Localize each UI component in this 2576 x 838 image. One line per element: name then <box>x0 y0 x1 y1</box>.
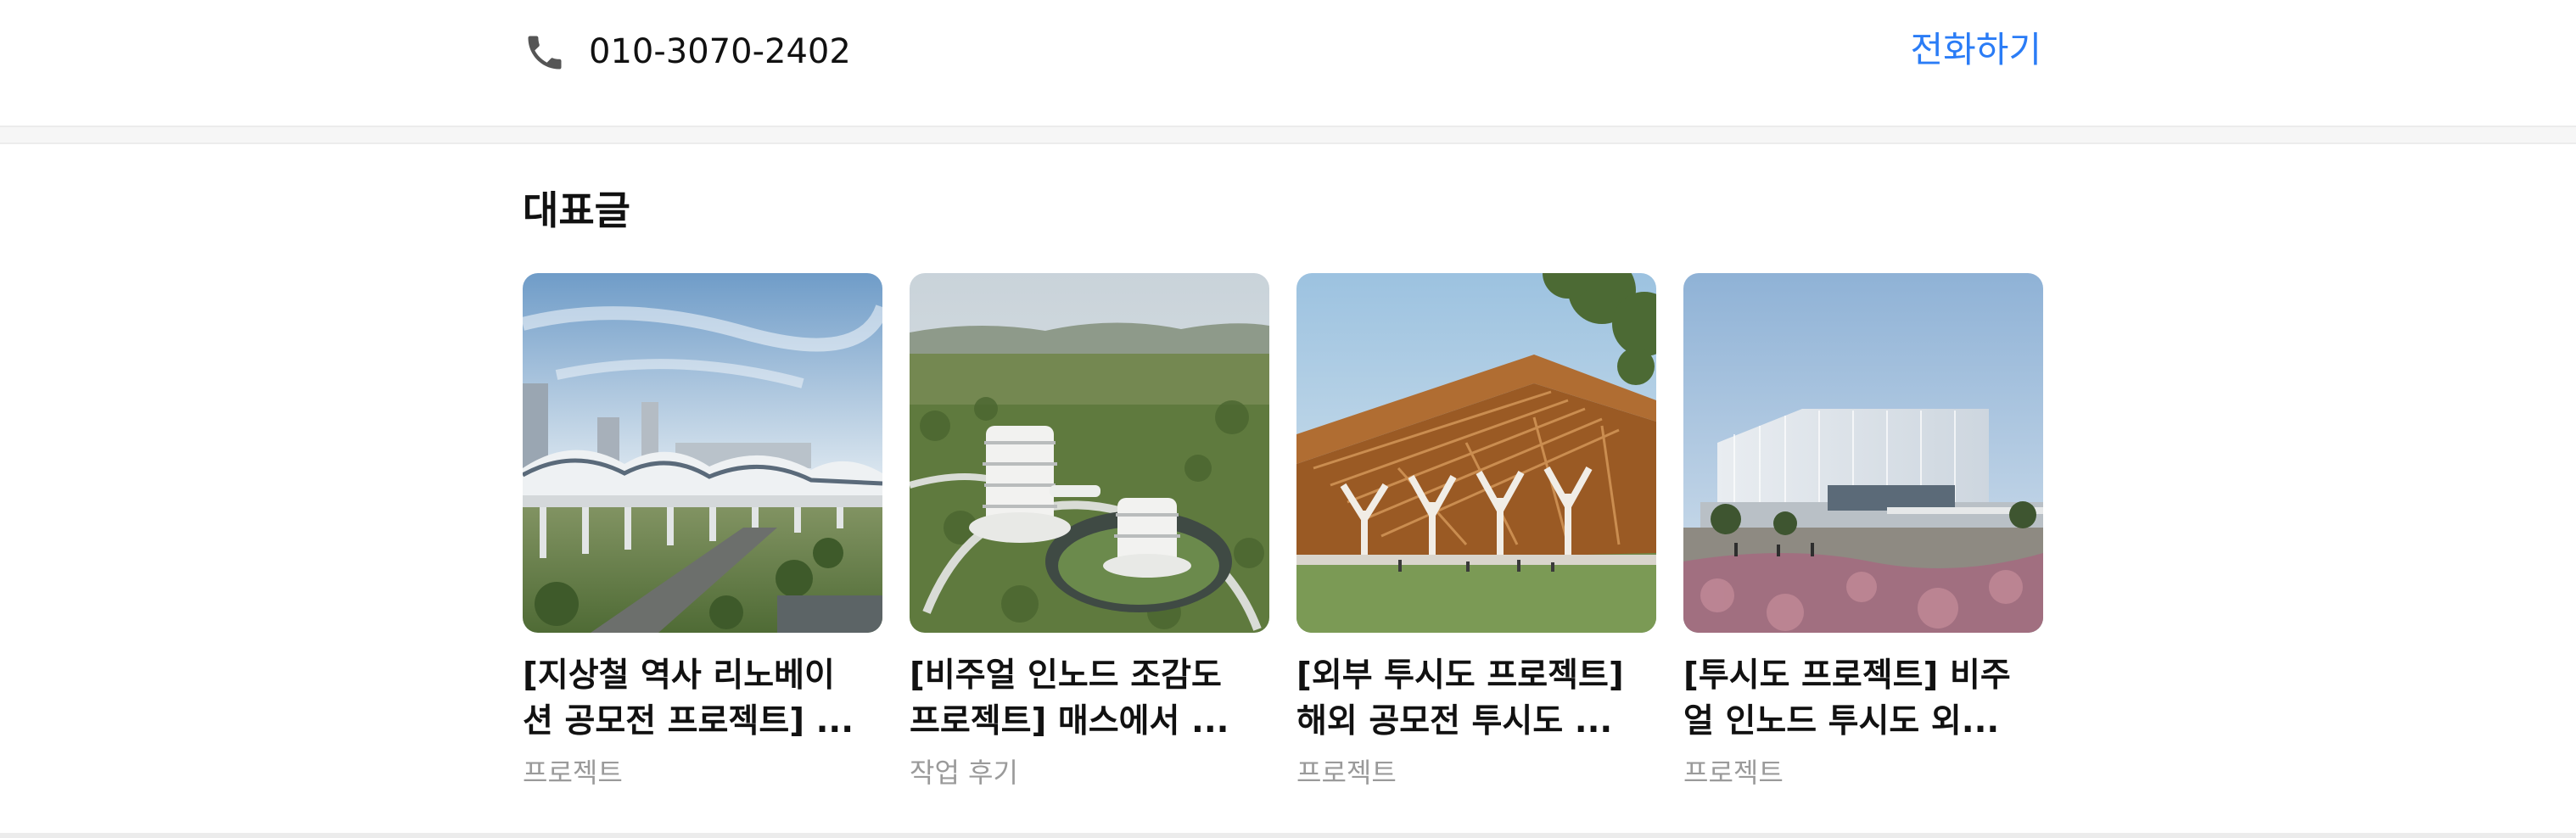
post-title-line: [투시도 프로젝트] 비주 <box>1683 656 2011 695</box>
post-title: [비주얼 인노드 조감도 프로젝트] 매스에서 ... <box>910 653 1269 745</box>
featured-post-card[interactable]: [지상철 역사 리노베이 션 공모전 프로젝트] ... 프로젝트 <box>523 273 882 799</box>
post-thumbnail <box>523 273 882 633</box>
post-thumbnail <box>910 273 1269 633</box>
post-category: 프로젝트 <box>1683 757 1784 789</box>
featured-post-card[interactable]: [외부 투시도 프로젝트] 해외 공모전 투시도 ... 프로젝트 <box>1296 273 1656 799</box>
phone-icon <box>528 36 562 70</box>
post-title: [지상철 역사 리노베이 션 공모전 프로젝트] ... <box>523 653 882 745</box>
featured-section-title: 대표글 <box>523 187 630 233</box>
post-title-line: [지상철 역사 리노베이 <box>523 656 835 695</box>
post-title-line: [외부 투시도 프로젝트] <box>1296 656 1624 695</box>
post-title-line: 션 공모전 프로젝트] ... <box>523 702 854 740</box>
featured-post-card[interactable]: [투시도 프로젝트] 비주 얼 인노드 투시도 외... 프로젝트 <box>1683 273 2043 799</box>
post-title: [투시도 프로젝트] 비주 얼 인노드 투시도 외... <box>1683 653 2043 745</box>
post-category: 프로젝트 <box>523 757 623 789</box>
featured-post-card[interactable]: [비주얼 인노드 조감도 프로젝트] 매스에서 ... 작업 후기 <box>910 273 1269 799</box>
bottom-divider <box>0 833 2576 838</box>
post-title-line: 프로젝트] 매스에서 ... <box>910 702 1229 740</box>
post-title: [외부 투시도 프로젝트] 해외 공모전 투시도 ... <box>1296 653 1656 745</box>
post-title-line: [비주얼 인노드 조감도 <box>910 656 1222 695</box>
post-thumbnail <box>1296 273 1656 633</box>
post-title-line: 해외 공모전 투시도 ... <box>1296 702 1613 740</box>
post-title-line: 얼 인노드 투시도 외... <box>1683 702 2000 740</box>
post-category: 작업 후기 <box>910 757 1018 789</box>
contact-row: 010-3070-2402 전화하기 <box>0 0 2576 126</box>
post-category: 프로젝트 <box>1296 757 1397 789</box>
featured-posts-list: [지상철 역사 리노베이 션 공모전 프로젝트] ... 프로젝트 [비주얼 인… <box>523 273 2043 799</box>
post-thumbnail <box>1683 273 2043 633</box>
call-button[interactable]: 전화하기 <box>1910 25 2041 75</box>
phone-number: 010-3070-2402 <box>589 32 851 71</box>
section-divider <box>0 126 2576 144</box>
